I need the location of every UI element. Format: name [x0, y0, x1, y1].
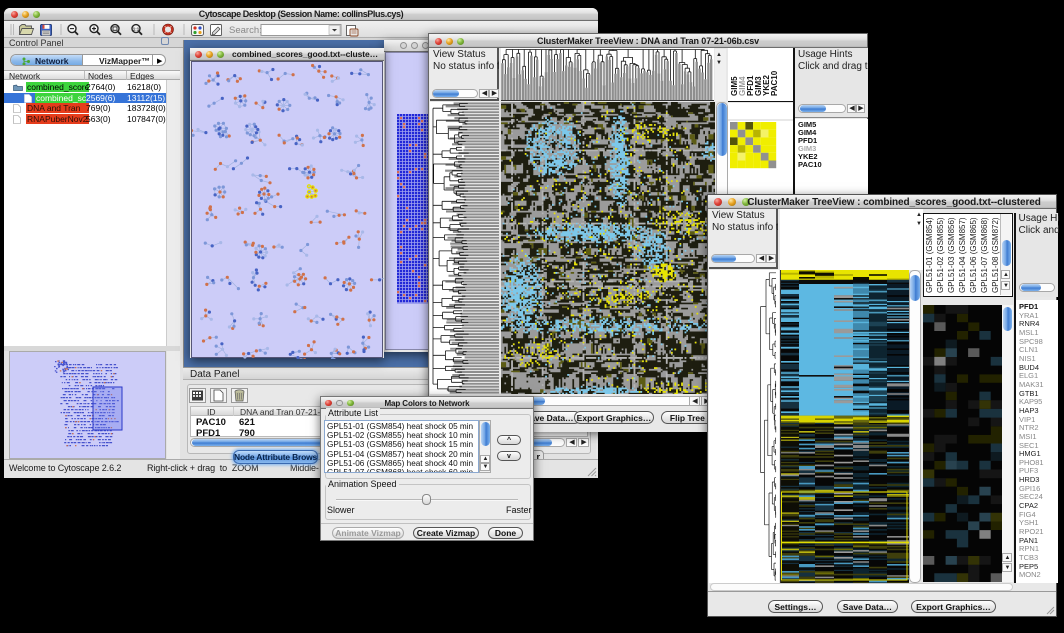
- svg-text:GPL51-07 (GSM868): GPL51-07 (GSM868): [980, 217, 989, 293]
- svg-text:GPL51-01 (GSM854): GPL51-01 (GSM854): [925, 217, 934, 293]
- svg-text:GPL51-02 (GSM855): GPL51-02 (GSM855): [936, 217, 945, 293]
- svg-text:GPL51-03 (GSM856): GPL51-03 (GSM856): [947, 217, 956, 293]
- svg-text:GPL51-08 (GSM872): GPL51-08 (GSM872): [991, 217, 1000, 293]
- svg-text:Search:: Search:: [229, 25, 262, 36]
- svg-text:GPL51-04 (GSM857): GPL51-04 (GSM857): [958, 217, 967, 293]
- svg-text:GPL51-06 (GSM865): GPL51-06 (GSM865): [969, 217, 978, 293]
- svg-text:1:1: 1:1: [133, 26, 140, 31]
- svg-text:PAC10: PAC10: [770, 70, 779, 96]
